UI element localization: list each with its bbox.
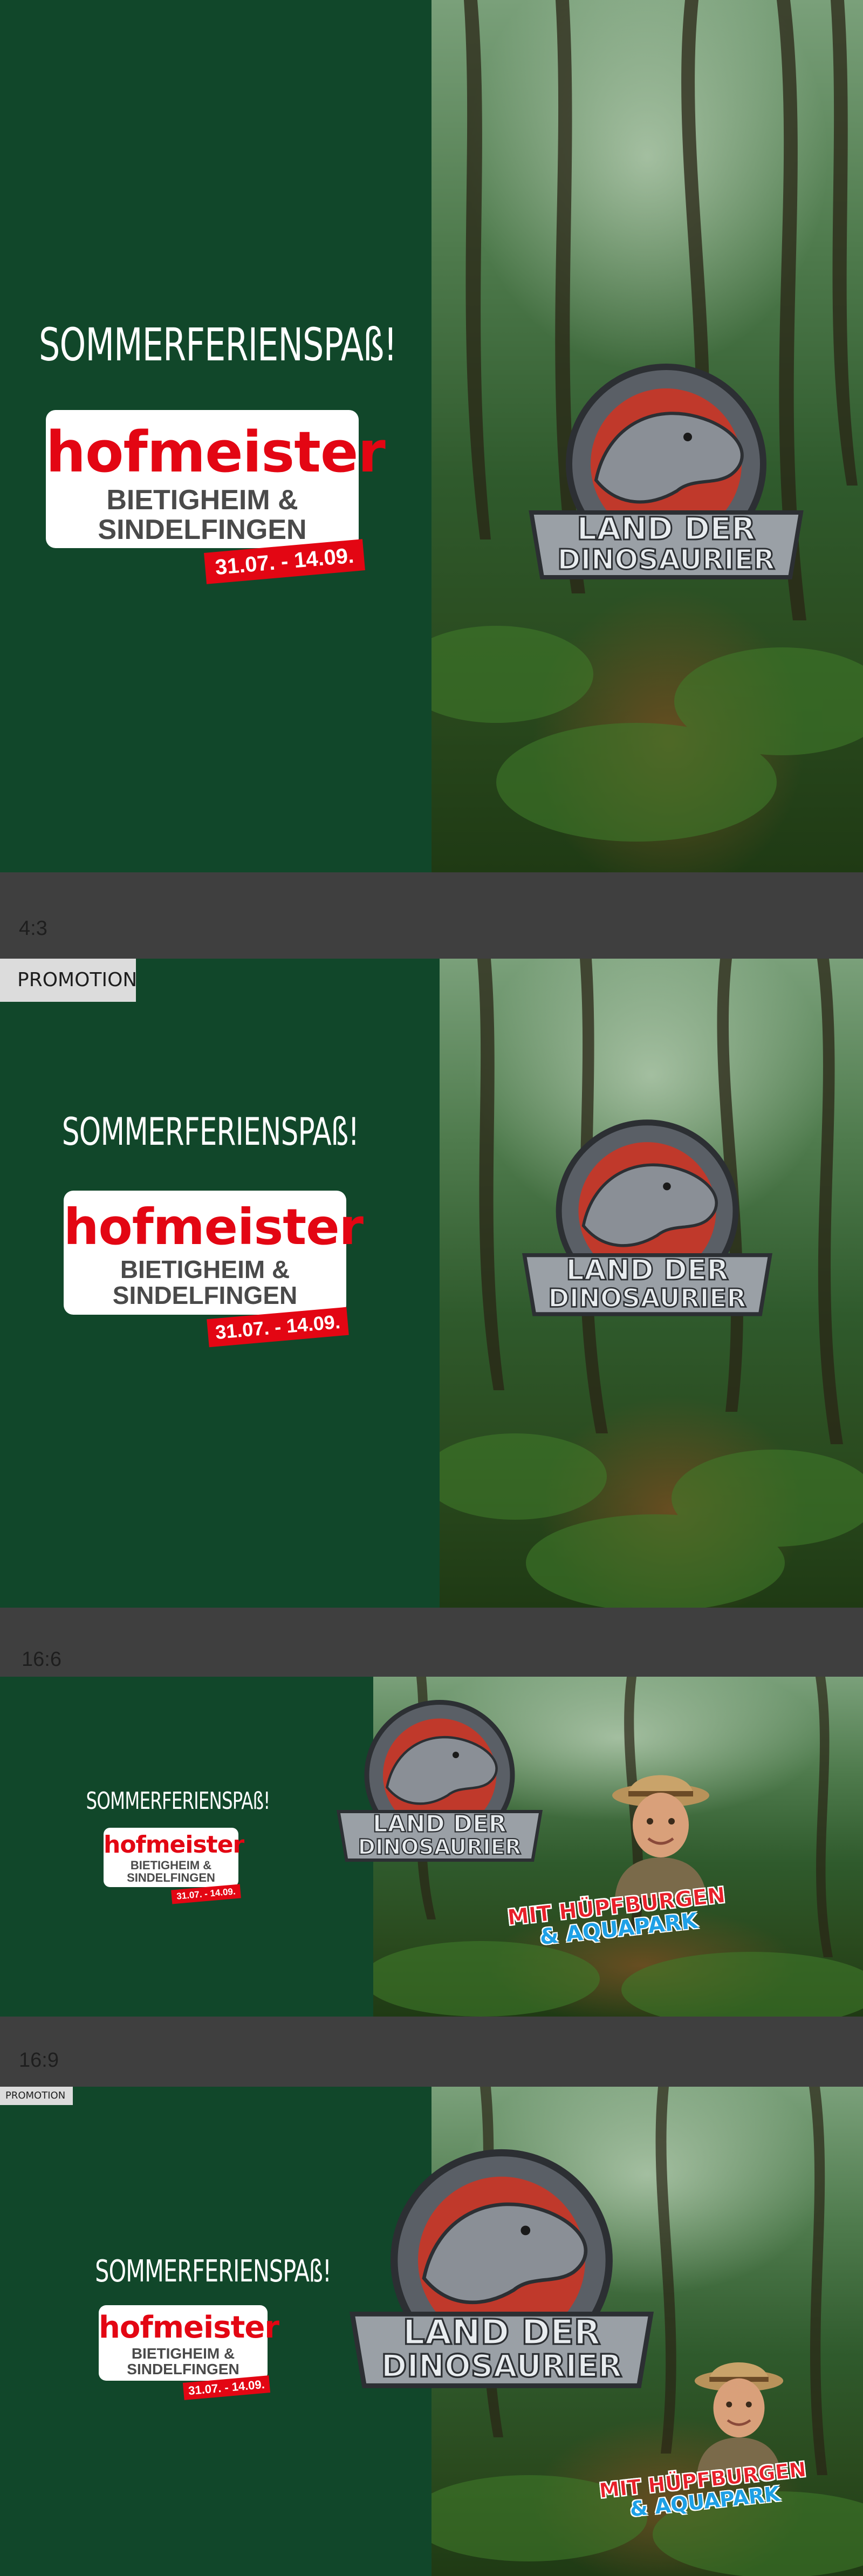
banner-3-left-panel: SOMMERFERIENSPAß! hofmeister BIETIGHEIM … bbox=[0, 1677, 373, 2017]
banner-2-promotion-tag: PROMOTION bbox=[0, 959, 137, 1002]
banner-4-explorer-kid-image bbox=[682, 2346, 796, 2475]
banner-1-land-der-dinosaurier-logo: LAND DER DINOSAURIER bbox=[515, 361, 817, 599]
banner-1-brand-name: hofmeister bbox=[46, 419, 386, 485]
banner-4-location-line1: BIETIGHEIM & bbox=[131, 2345, 235, 2362]
banner-1-headline: SOMMERFERIENSPAß! bbox=[39, 318, 397, 371]
banner-2-hofmeister-logo: hofmeister BIETIGHEIM & SINDELFINGEN bbox=[64, 1191, 364, 1315]
banner-3-hofmeister-logo: hofmeister BIETIGHEIM & SINDELFINGEN bbox=[104, 1828, 244, 1887]
banner-4-location-line2: SINDELFINGEN bbox=[127, 2361, 239, 2378]
banner-4-dino-logo-line1: LAND DER bbox=[403, 2312, 601, 2353]
banner-3-brand-name: hofmeister bbox=[104, 1831, 244, 1858]
banner-2-left-panel: SOMMERFERIENSPAß! hofmeister BIETIGHEIM … bbox=[0, 959, 440, 1608]
banner-4-dino-logo-line2: DINOSAURIER bbox=[381, 2348, 622, 2384]
banner-1: SOMMERFERIENSPAß! hofmeister BIETIGHEIM … bbox=[0, 0, 863, 872]
banner-3-location-line1: BIETIGHEIM & bbox=[130, 1858, 212, 1872]
banner-4: SOMMERFERIENSPAß! hofmeister BIETIGHEIM … bbox=[0, 2087, 863, 2576]
banner-4-land-der-dinosaurier-logo: LAND DER DINOSAURIER bbox=[334, 2146, 669, 2410]
format-label-4-3: 4:3 bbox=[19, 917, 47, 940]
banner-4-promotion-tag: PROMOTION bbox=[0, 2087, 73, 2105]
banner-1-dino-logo-line1: LAND DER bbox=[577, 510, 755, 547]
banner-2-location-line1: BIETIGHEIM & bbox=[120, 1255, 290, 1283]
banner-1-left-panel: SOMMERFERIENSPAß! hofmeister BIETIGHEIM … bbox=[0, 0, 432, 872]
banner-1-location-line2: SINDELFINGEN bbox=[98, 514, 307, 545]
format-label-16-6: 16:6 bbox=[22, 1648, 61, 1671]
banner-1-location-line1: BIETIGHEIM & bbox=[106, 484, 298, 516]
banner-3-explorer-kid-image bbox=[599, 1758, 723, 1898]
banner-3-dino-logo-line1: LAND DER bbox=[373, 1811, 506, 1838]
banner-3-headline: SOMMERFERIENSPAß! bbox=[86, 1787, 271, 1815]
banner-3-location-line2: SINDELFINGEN bbox=[127, 1871, 215, 1885]
banner-2-land-der-dinosaurier-logo: LAND DER DINOSAURIER bbox=[510, 1115, 785, 1336]
banner-2: SOMMERFERIENSPAß! hofmeister BIETIGHEIM … bbox=[0, 959, 863, 1608]
banner-3-dino-logo-line2: DINOSAURIER bbox=[358, 1835, 522, 1860]
banner-3: SOMMERFERIENSPAß! hofmeister BIETIGHEIM … bbox=[0, 1677, 863, 2017]
banner-1-dino-logo-line2: DINOSAURIER bbox=[557, 544, 775, 576]
banner-2-dino-logo-line2: DINOSAURIER bbox=[548, 1283, 746, 1313]
banner-1-hofmeister-logo: hofmeister BIETIGHEIM & SINDELFINGEN bbox=[46, 410, 386, 548]
banner-2-dino-logo-line1: LAND DER bbox=[566, 1254, 729, 1287]
banner-2-headline: SOMMERFERIENSPAß! bbox=[61, 1110, 359, 1154]
format-label-16-9: 16:9 bbox=[19, 2049, 59, 2072]
banner-4-brand-name: hofmeister bbox=[99, 2310, 279, 2345]
banner-2-location-line2: SINDELFINGEN bbox=[112, 1281, 298, 1310]
banner-3-land-der-dinosaurier-logo: LAND DER DINOSAURIER bbox=[326, 1698, 553, 1876]
banner-3-date-tag: 31.07. - 14.09. bbox=[171, 1884, 241, 1904]
banner-2-brand-name: hofmeister bbox=[64, 1198, 364, 1256]
banner-4-hofmeister-logo: hofmeister BIETIGHEIM & SINDELFINGEN bbox=[99, 2305, 279, 2381]
